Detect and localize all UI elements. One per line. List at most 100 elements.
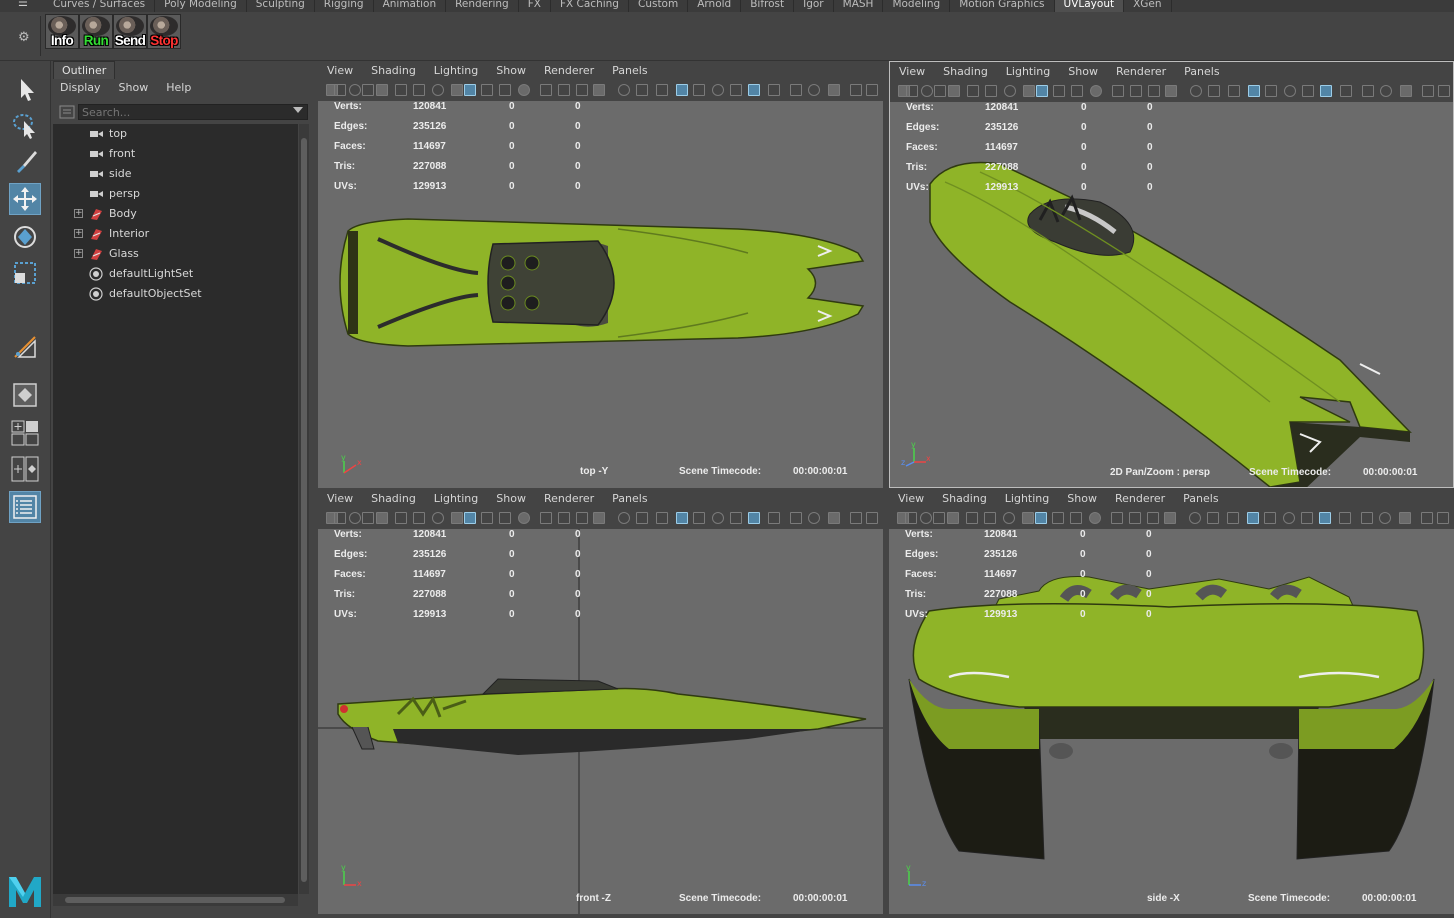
panel-toolbar-button-icon[interactable] xyxy=(1361,512,1373,524)
panel-toolbar-button-icon[interactable] xyxy=(808,84,820,96)
outliner-search-input[interactable] xyxy=(78,104,308,120)
panel-toolbar-button-icon[interactable] xyxy=(656,84,668,96)
panel-toolbar-button-icon[interactable] xyxy=(906,85,918,97)
panel-toolbar-button-icon[interactable] xyxy=(464,512,476,524)
panel-toolbar-button-icon[interactable] xyxy=(905,512,917,524)
panel-toolbar-button-icon[interactable] xyxy=(334,84,346,96)
panel-menu-panels[interactable]: Panels xyxy=(1174,489,1227,508)
panel-toolbar-button-icon[interactable] xyxy=(934,85,946,97)
panel-toolbar-button-icon[interactable] xyxy=(1022,512,1034,524)
panel-toolbar-button-icon[interactable] xyxy=(985,85,997,97)
panel-toolbar-button-icon[interactable] xyxy=(362,512,374,524)
panel-toolbar-button-icon[interactable] xyxy=(1036,85,1048,97)
tab-mash[interactable]: MASH xyxy=(834,0,884,12)
panel-toolbar-button-icon[interactable] xyxy=(730,84,742,96)
layout-outliner-persp-icon[interactable] xyxy=(9,491,41,523)
tab-rigging[interactable]: Rigging xyxy=(315,0,374,12)
move-tool-icon[interactable] xyxy=(9,183,41,215)
panel-toolbar-button-icon[interactable] xyxy=(1400,85,1412,97)
panel-toolbar-button-icon[interactable] xyxy=(967,85,979,97)
tab-igor[interactable]: Igor xyxy=(794,0,834,12)
panel-toolbar-button-icon[interactable] xyxy=(933,512,945,524)
panel-toolbar-button-icon[interactable] xyxy=(413,84,425,96)
panel-toolbar-button-icon[interactable] xyxy=(576,84,588,96)
outliner-item-interior[interactable]: + Interior xyxy=(53,224,298,244)
search-options-chevron-down-icon[interactable] xyxy=(293,107,303,113)
panel-toolbar-button-icon[interactable] xyxy=(947,512,959,524)
viewport-canvas[interactable]: Verts: 120841 0 0 Edges: 235126 0 0 Faces: 1146… xyxy=(890,102,1453,487)
tab-bifrost[interactable]: Bifrost xyxy=(741,0,795,12)
tab-rendering[interactable]: Rendering xyxy=(446,0,519,12)
panel-toolbar-button-icon[interactable] xyxy=(850,512,862,524)
panel-toolbar-button-icon[interactable] xyxy=(921,85,933,97)
panel-menu-view[interactable]: View xyxy=(318,61,362,80)
shelf-button-run[interactable]: Run xyxy=(79,14,113,49)
panel-menu-lighting[interactable]: Lighting xyxy=(425,61,487,80)
panel-toolbar-button-icon[interactable] xyxy=(413,512,425,524)
shelf-button-stop[interactable]: Stop xyxy=(147,14,181,49)
panel-toolbar-button-icon[interactable] xyxy=(730,512,742,524)
panel-toolbar-button-icon[interactable] xyxy=(451,84,463,96)
layout-two-pane-icon[interactable] xyxy=(9,453,41,485)
panel-toolbar-button-icon[interactable] xyxy=(920,512,932,524)
panel-toolbar-button-icon[interactable] xyxy=(540,84,552,96)
panel-toolbar-button-icon[interactable] xyxy=(1380,85,1392,97)
panel-menu-panels[interactable]: Panels xyxy=(1175,62,1228,81)
panel-toolbar-button-icon[interactable] xyxy=(558,512,570,524)
panel-toolbar-button-icon[interactable] xyxy=(481,84,493,96)
panel-toolbar-button-icon[interactable] xyxy=(1265,85,1277,97)
panel-toolbar-button-icon[interactable] xyxy=(1247,512,1259,524)
panel-menu-view[interactable]: View xyxy=(890,62,934,81)
panel-toolbar-button-icon[interactable] xyxy=(966,512,978,524)
panel-toolbar-button-icon[interactable] xyxy=(1165,85,1177,97)
panel-toolbar-button-icon[interactable] xyxy=(676,84,688,96)
panel-toolbar-button-icon[interactable] xyxy=(593,512,605,524)
panel-toolbar-button-icon[interactable] xyxy=(1035,512,1047,524)
panel-toolbar-button-icon[interactable] xyxy=(558,84,570,96)
panel-toolbar-button-icon[interactable] xyxy=(1112,85,1124,97)
panel-toolbar-button-icon[interactable] xyxy=(1147,512,1159,524)
viewport-canvas[interactable]: Verts: 120841 0 0 Edges: 235126 0 0 Faces: 1146… xyxy=(318,101,883,488)
scroll-thumb[interactable] xyxy=(65,897,285,903)
tab-animation[interactable]: Animation xyxy=(374,0,447,12)
panel-toolbar-button-icon[interactable] xyxy=(540,512,552,524)
panel-menu-show[interactable]: Show xyxy=(487,489,535,508)
panel-toolbar-button-icon[interactable] xyxy=(693,512,705,524)
panel-toolbar-button-icon[interactable] xyxy=(499,84,511,96)
soft-select-tool-icon[interactable] xyxy=(9,331,41,363)
panel-toolbar-button-icon[interactable] xyxy=(636,512,648,524)
outliner-filter-icon[interactable] xyxy=(59,104,75,120)
outliner-horizontal-scrollbar[interactable] xyxy=(53,894,298,906)
shelf-menu-icon[interactable]: ☰ xyxy=(18,0,36,10)
panel-toolbar-button-icon[interactable] xyxy=(1189,512,1201,524)
panel-menu-shading[interactable]: Shading xyxy=(362,61,425,80)
panel-toolbar-button-icon[interactable] xyxy=(518,512,530,524)
panel-menu-renderer[interactable]: Renderer xyxy=(535,489,603,508)
tab-sculpting[interactable]: Sculpting xyxy=(247,0,315,12)
panel-toolbar-button-icon[interactable] xyxy=(1053,85,1065,97)
panel-toolbar-button-icon[interactable] xyxy=(376,84,388,96)
panel-toolbar-button-icon[interactable] xyxy=(362,84,374,96)
panel-toolbar-button-icon[interactable] xyxy=(395,84,407,96)
panel-toolbar-button-icon[interactable] xyxy=(618,84,630,96)
panel-toolbar-button-icon[interactable] xyxy=(1190,85,1202,97)
panel-toolbar-button-icon[interactable] xyxy=(1399,512,1411,524)
outliner-item-front[interactable]: front xyxy=(53,144,298,164)
outliner-vertical-scrollbar[interactable] xyxy=(299,124,309,894)
panel-toolbar-button-icon[interactable] xyxy=(790,512,802,524)
panel-menu-view[interactable]: View xyxy=(889,489,933,508)
panel-toolbar-button-icon[interactable] xyxy=(1023,85,1035,97)
tab-fx-caching[interactable]: FX Caching xyxy=(551,0,629,12)
panel-toolbar-button-icon[interactable] xyxy=(768,512,780,524)
outliner-tab[interactable]: Outliner xyxy=(53,61,116,79)
panel-toolbar-button-icon[interactable] xyxy=(1090,85,1102,97)
panel-menu-view[interactable]: View xyxy=(318,489,362,508)
layout-single-pane-icon[interactable] xyxy=(9,379,41,411)
outliner-menu-display[interactable]: Display xyxy=(51,79,110,97)
viewport-canvas[interactable]: Verts: 120841 0 0 Edges: 235126 0 0 Faces: 1146… xyxy=(889,529,1454,914)
panel-toolbar-button-icon[interactable] xyxy=(349,512,361,524)
panel-toolbar-button-icon[interactable] xyxy=(1207,512,1219,524)
panel-toolbar-button-icon[interactable] xyxy=(334,512,346,524)
panel-toolbar-button-icon[interactable] xyxy=(1248,85,1260,97)
outliner-item-top[interactable]: top xyxy=(53,124,298,144)
